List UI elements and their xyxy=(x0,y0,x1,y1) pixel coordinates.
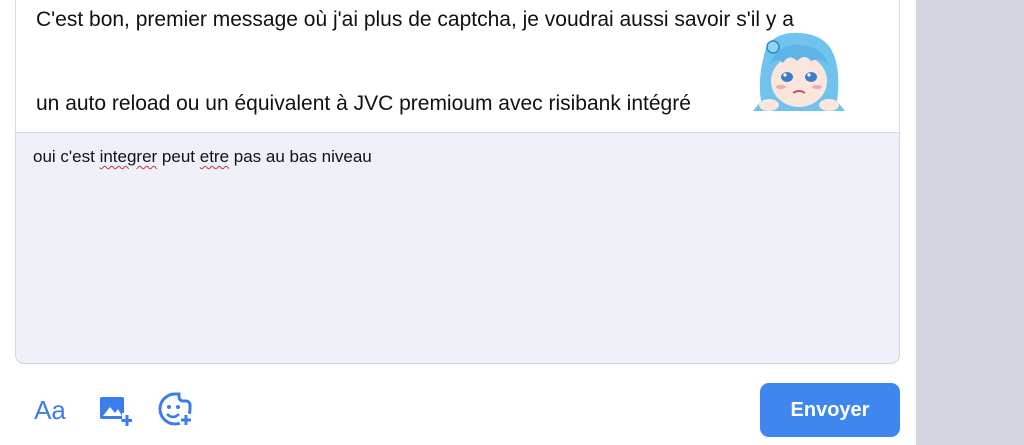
editor-text-segment: pas au bas niveau xyxy=(229,147,372,166)
add-sticker-icon xyxy=(158,392,193,427)
add-image-icon xyxy=(100,397,132,427)
anime-sticker-image xyxy=(753,32,845,111)
editor-text-segment: oui c'est xyxy=(33,147,100,166)
message-editor-text[interactable]: oui c'est integrer peut etre pas au bas … xyxy=(33,147,372,167)
right-rail xyxy=(916,0,1024,445)
editor-text-segment: peut xyxy=(157,147,200,166)
text-format-icon: Aa xyxy=(34,394,66,425)
message-editor[interactable]: oui c'est integrer peut etre pas au bas … xyxy=(15,133,900,364)
text-format-button[interactable]: Aa xyxy=(30,392,70,428)
add-image-button[interactable] xyxy=(96,392,134,428)
quoted-message: C'est bon, premier message où j'ai plus … xyxy=(15,0,900,133)
misspelled-word: etre xyxy=(199,147,230,166)
quoted-message-line-2: un auto reload ou un équivalent à JVC pr… xyxy=(36,92,691,115)
quoted-message-line-1: C'est bon, premier message où j'ai plus … xyxy=(36,8,794,31)
misspelled-word: integrer xyxy=(99,147,158,166)
add-sticker-button[interactable] xyxy=(156,392,196,428)
send-button[interactable]: Envoyer xyxy=(760,383,900,437)
